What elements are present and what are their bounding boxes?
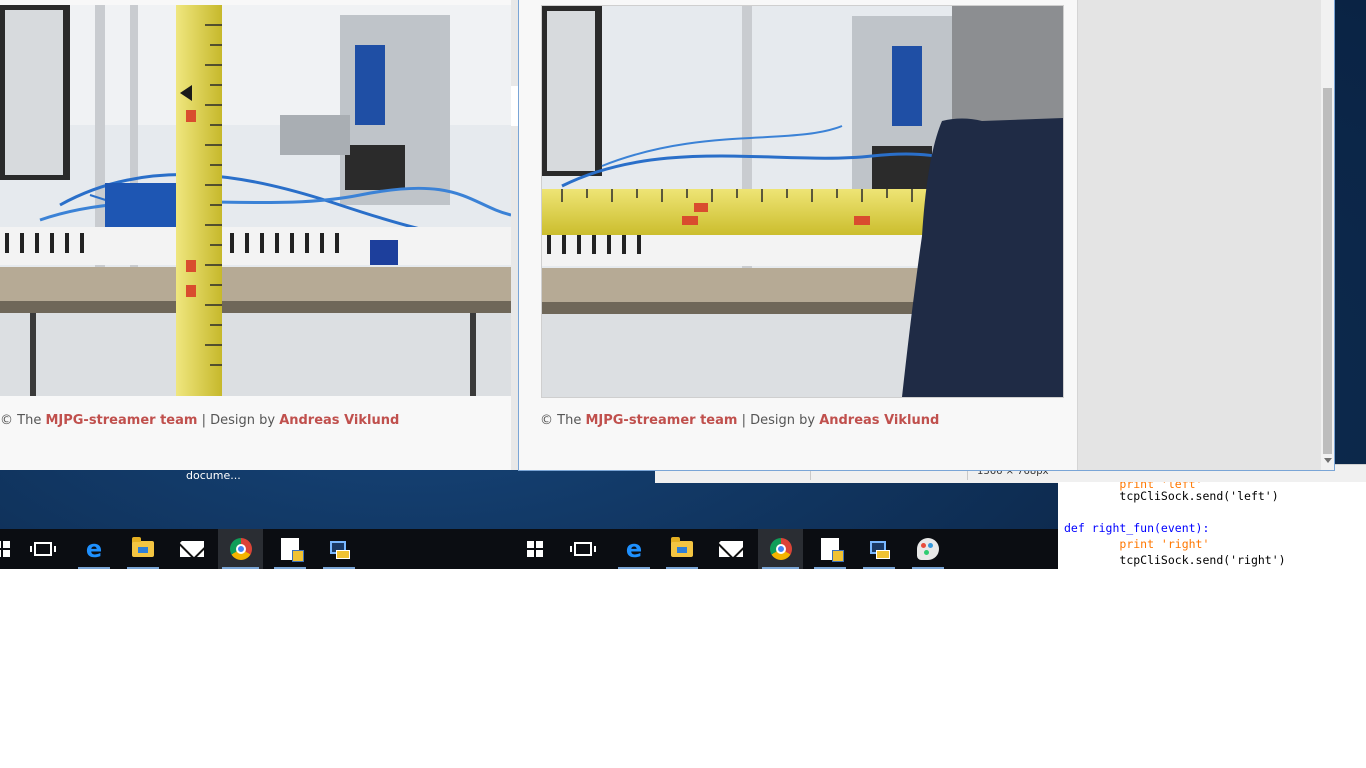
page-footer: © The MJPG-streamer team | Design by And…	[540, 413, 939, 428]
browser-window-left: © The MJPG-streamer team | Design by And…	[0, 0, 512, 470]
code-line: print 'right'	[1119, 537, 1210, 551]
start-button[interactable]	[0, 529, 22, 569]
scrollbar-thumb[interactable]	[1323, 88, 1332, 454]
page-side-panel	[1077, 0, 1321, 470]
python-doc-taskbar-button[interactable]	[270, 529, 310, 569]
camera-frame-left	[0, 5, 511, 396]
python-document-icon	[821, 538, 844, 562]
network-taskbar-button[interactable]	[319, 529, 359, 569]
file-explorer-icon	[132, 537, 154, 557]
vertical-scrollbar[interactable]	[1321, 0, 1334, 470]
python-document-icon	[281, 538, 304, 562]
edge-taskbar-button[interactable]: e	[74, 529, 114, 569]
paint-taskbar-button[interactable]	[908, 529, 948, 569]
chrome-taskbar-button[interactable]	[218, 529, 263, 569]
andreas-viklund-link[interactable]: Andreas Viklund	[819, 413, 939, 428]
footer-design-by: | Design by	[737, 413, 820, 428]
mjpg-streamer-link[interactable]: MJPG-streamer team	[585, 413, 737, 428]
window-gap	[511, 0, 518, 470]
task-view-icon	[570, 542, 596, 556]
code-line: tcpCliSock.send('left')	[1119, 489, 1279, 503]
network-icon	[868, 539, 890, 559]
andreas-viklund-link[interactable]: Andreas Viklund	[279, 413, 399, 428]
file-explorer-icon	[671, 537, 693, 557]
taskbar-left: e	[0, 529, 511, 569]
page-footer: © The MJPG-streamer team | Design by And…	[0, 413, 399, 428]
paint-icon	[917, 538, 939, 560]
camera-stream-right	[541, 5, 1064, 398]
chrome-icon	[769, 538, 792, 560]
windows-start-icon	[0, 541, 10, 557]
network-taskbar-button[interactable]	[859, 529, 899, 569]
code-editor-fragment[interactable]: print 'left' tcpCliSock.send('left') def…	[1058, 482, 1366, 569]
code-line: tcpCliSock.send('right')	[1119, 553, 1286, 567]
windows-start-icon	[527, 541, 543, 557]
edge-icon: e	[85, 535, 103, 563]
code-line: def right_fun(event):	[1064, 521, 1210, 535]
camera-frame-right	[542, 6, 1063, 397]
chrome-taskbar-button[interactable]	[758, 529, 803, 569]
desktop-file-label[interactable]: docume...	[186, 469, 241, 482]
edge-taskbar-button[interactable]: e	[614, 529, 654, 569]
task-view-button[interactable]	[563, 529, 603, 569]
mail-taskbar-button[interactable]	[711, 529, 751, 569]
camera-stream-left	[0, 5, 511, 396]
footer-copyright: © The	[540, 413, 586, 428]
footer-design-by: | Design by	[197, 413, 280, 428]
mail-taskbar-button[interactable]	[172, 529, 212, 569]
mail-icon	[719, 541, 743, 557]
taskbar-right: e	[511, 529, 1058, 569]
file-explorer-taskbar-button[interactable]	[662, 529, 702, 569]
task-view-icon	[30, 542, 56, 556]
edge-icon: e	[625, 535, 643, 563]
network-icon	[328, 539, 350, 559]
python-doc-taskbar-button[interactable]	[810, 529, 850, 569]
scroll-down-arrow-icon[interactable]	[1324, 458, 1332, 463]
chrome-icon	[229, 538, 252, 560]
mjpg-streamer-link[interactable]: MJPG-streamer team	[45, 413, 197, 428]
start-button[interactable]	[515, 529, 555, 569]
mail-icon	[180, 541, 204, 557]
browser-window-right: © The MJPG-streamer team | Design by And…	[518, 0, 1335, 471]
file-explorer-taskbar-button[interactable]	[123, 529, 163, 569]
footer-copyright: © The	[0, 413, 46, 428]
task-view-button[interactable]	[23, 529, 63, 569]
